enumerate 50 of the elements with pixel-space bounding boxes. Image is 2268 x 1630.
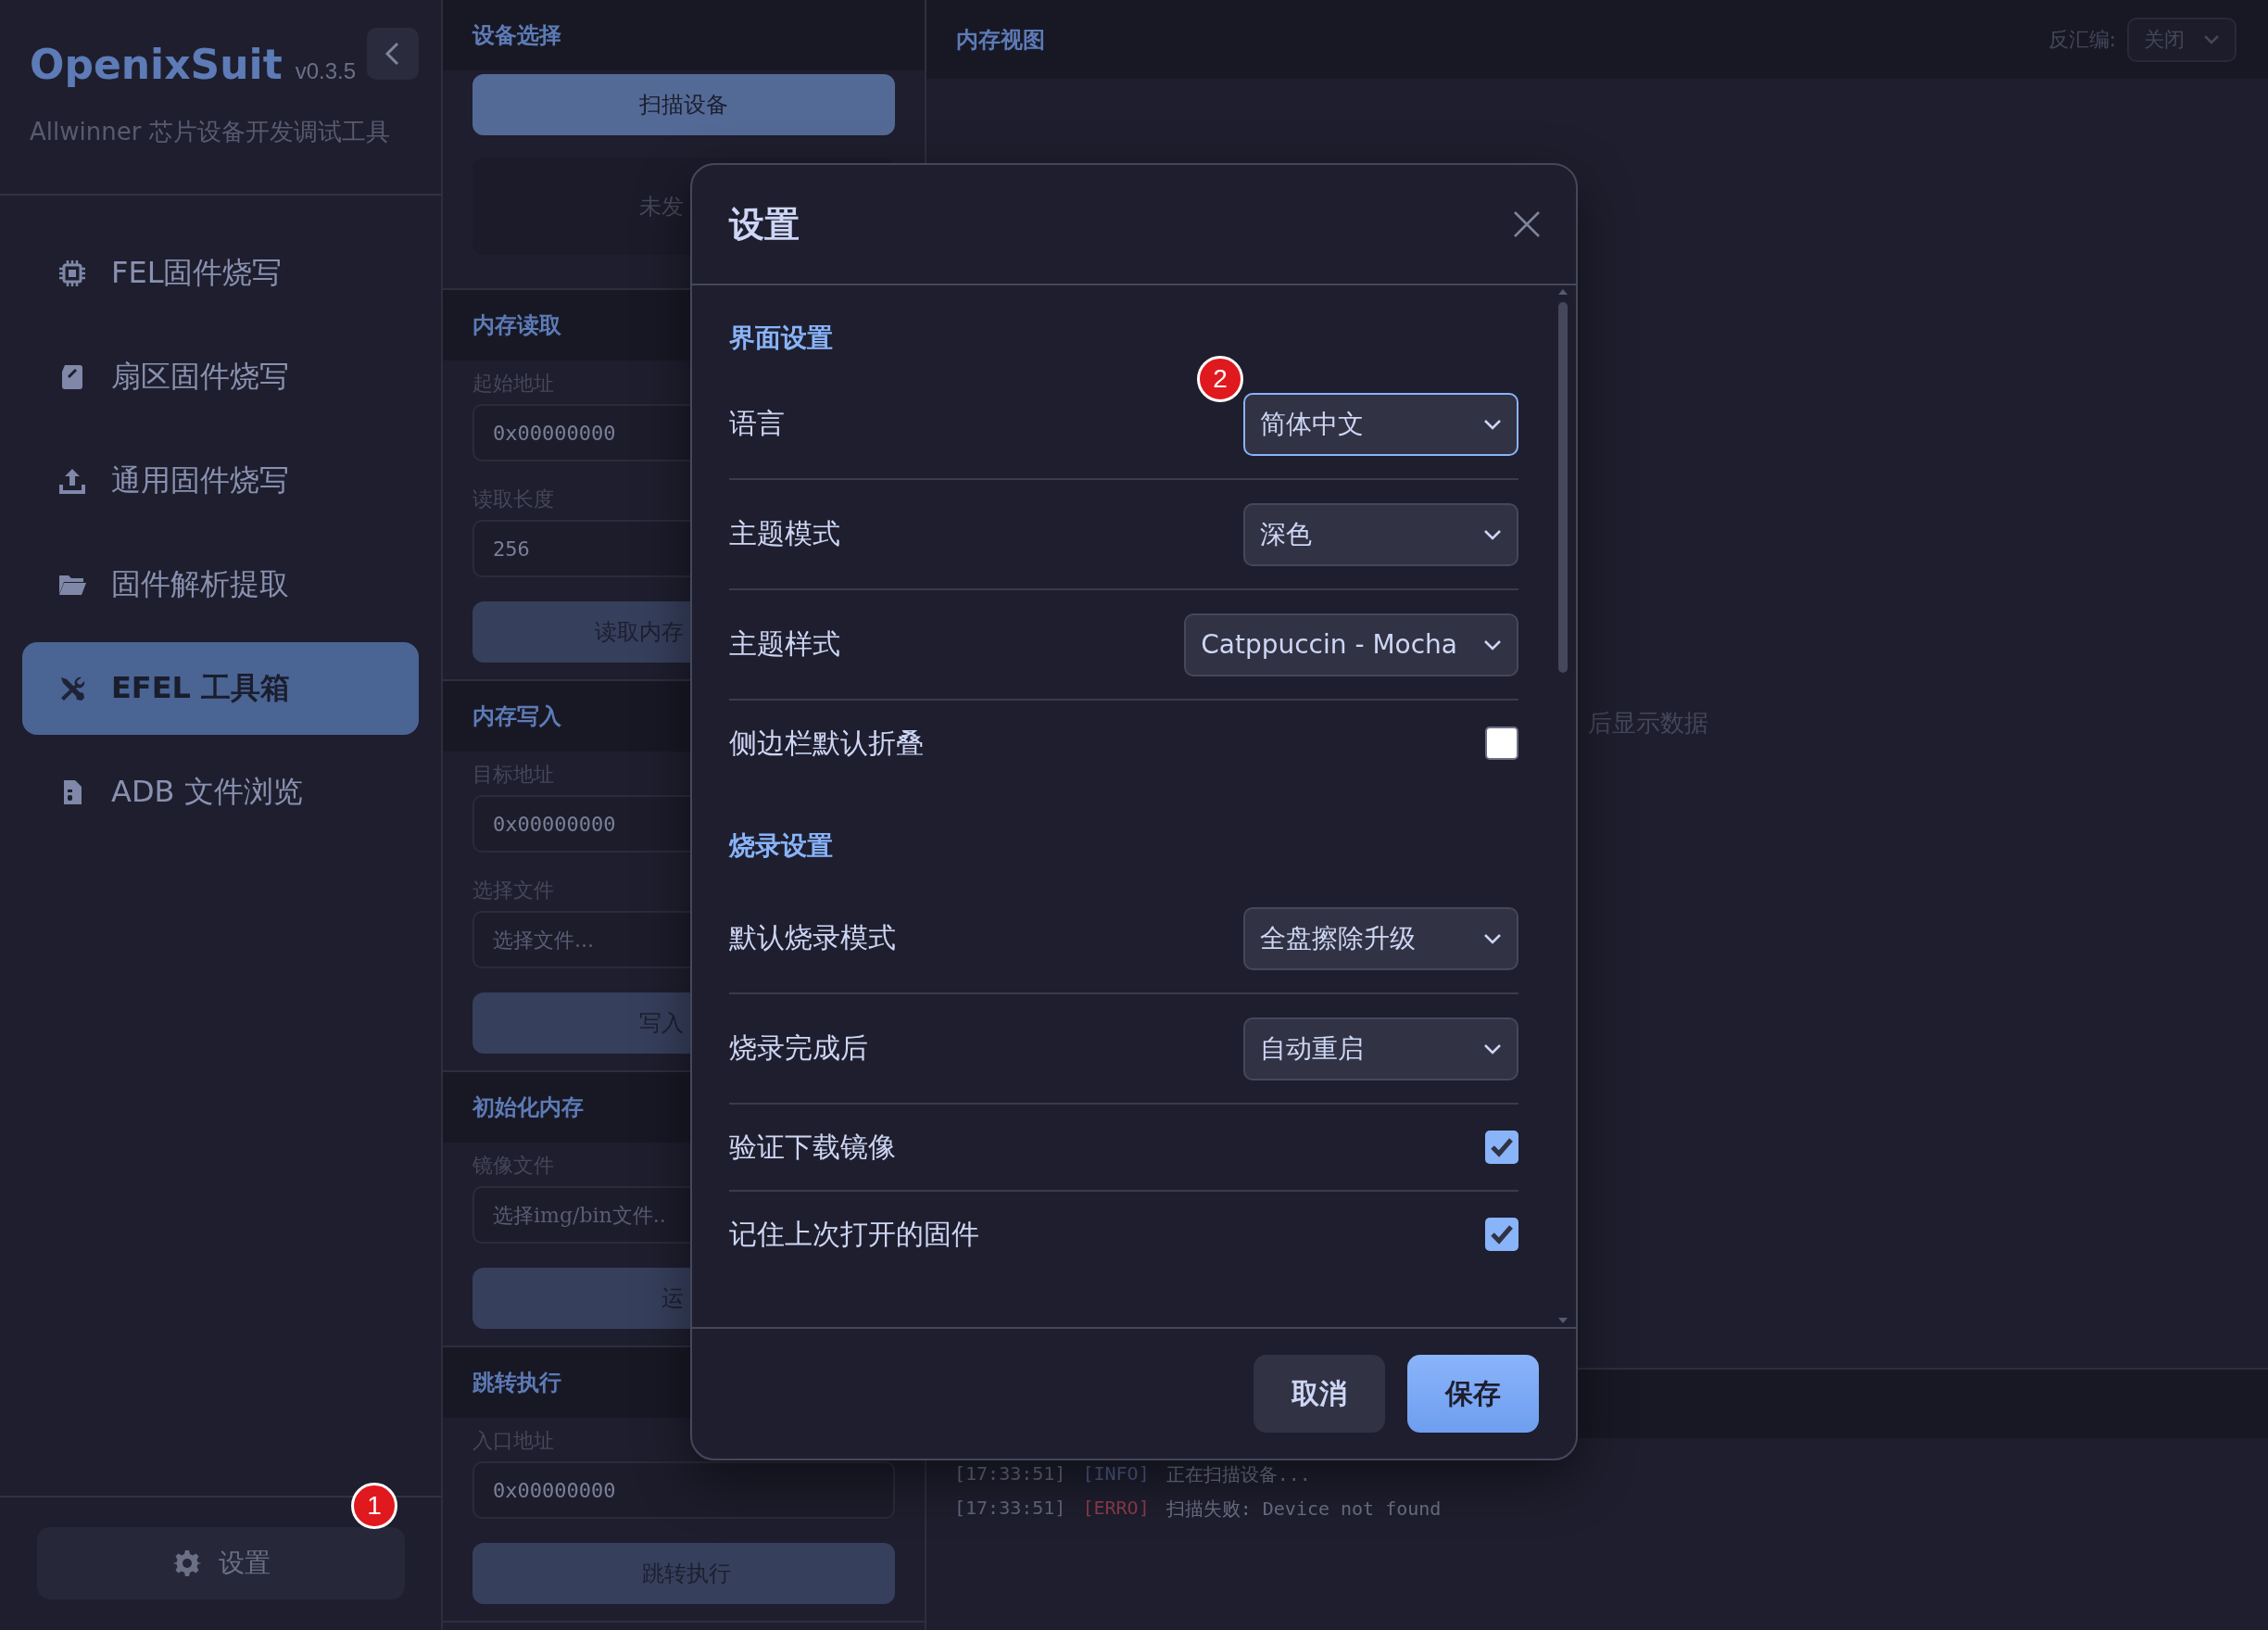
dropdown[interactable]: 自动重启	[1243, 1017, 1518, 1080]
nav-item[interactable]: 通用固件烧写	[22, 435, 419, 527]
checkbox[interactable]	[1485, 727, 1518, 760]
checkbox[interactable]	[1485, 1131, 1518, 1164]
nav-item[interactable]: FEL固件烧写	[22, 227, 419, 320]
nav-item[interactable]: 扇区固件烧写	[22, 331, 419, 423]
setting-label: 语言	[729, 406, 785, 441]
checkbox[interactable]	[1485, 1218, 1518, 1251]
setting-label: 默认烧录模式	[729, 920, 896, 955]
chevron-down-icon	[1483, 638, 1502, 651]
number-badge: 1	[351, 1483, 397, 1529]
log-timestamp: [17:33:51]	[954, 1462, 1066, 1486]
dropdown[interactable]: 全盘擦除升级	[1243, 906, 1518, 970]
dialog-title: 设置	[729, 202, 800, 246]
close-icon	[1513, 210, 1541, 238]
chevron-down-icon	[1483, 932, 1502, 944]
check-icon	[1490, 1224, 1514, 1245]
collapse-button[interactable]	[367, 28, 419, 80]
dialog-button[interactable]: 取消	[1254, 1355, 1385, 1433]
panel-title: 内存视图	[956, 25, 1045, 55]
nav-item[interactable]: EFEL 工具箱	[22, 642, 419, 735]
version-label: v0.3.5	[295, 58, 357, 84]
nav-item[interactable]: ADB 文件浏览	[22, 746, 419, 839]
chevron-down-icon	[1483, 528, 1502, 540]
dialog-button[interactable]: 保存	[1407, 1355, 1539, 1433]
log-message: 正在扫描设备...	[1166, 1462, 1311, 1487]
log-level: [INFO]	[1082, 1462, 1150, 1486]
app-subtitle: Allwinner 芯片设备开发调试工具	[30, 117, 391, 147]
check-icon	[1490, 1137, 1514, 1157]
section-heading: 界面设置	[729, 322, 834, 355]
log-message: 扫描失败: Device not found	[1166, 1497, 1442, 1522]
app-name: OpenixSuit	[30, 41, 283, 88]
section-header: 设备选择	[443, 0, 925, 70]
input-field[interactable]: 0x00000000	[472, 1461, 895, 1519]
scan-button[interactable]: 扫描设备	[472, 74, 895, 135]
settings-button[interactable]: 设置	[37, 1527, 405, 1599]
chevron-down-icon	[1483, 418, 1502, 430]
upload-icon	[57, 466, 87, 496]
number-badge: 2	[1197, 355, 1243, 402]
chevron-down-icon	[2203, 33, 2220, 45]
close-button[interactable]	[1513, 210, 1541, 238]
chevron-down-icon	[1483, 1042, 1502, 1055]
dropdown[interactable]: 深色	[1243, 502, 1518, 566]
log-timestamp: [17:33:51]	[954, 1497, 1066, 1521]
log-level: [ERRO]	[1082, 1497, 1150, 1521]
dropdown[interactable]: 简体中文	[1243, 392, 1518, 456]
nav-item[interactable]: 固件解析提取	[22, 538, 419, 631]
chip-icon	[57, 259, 87, 288]
setting-label: 主题样式	[729, 626, 840, 662]
dropdown[interactable]: Catppuccin - Mocha	[1184, 613, 1518, 676]
